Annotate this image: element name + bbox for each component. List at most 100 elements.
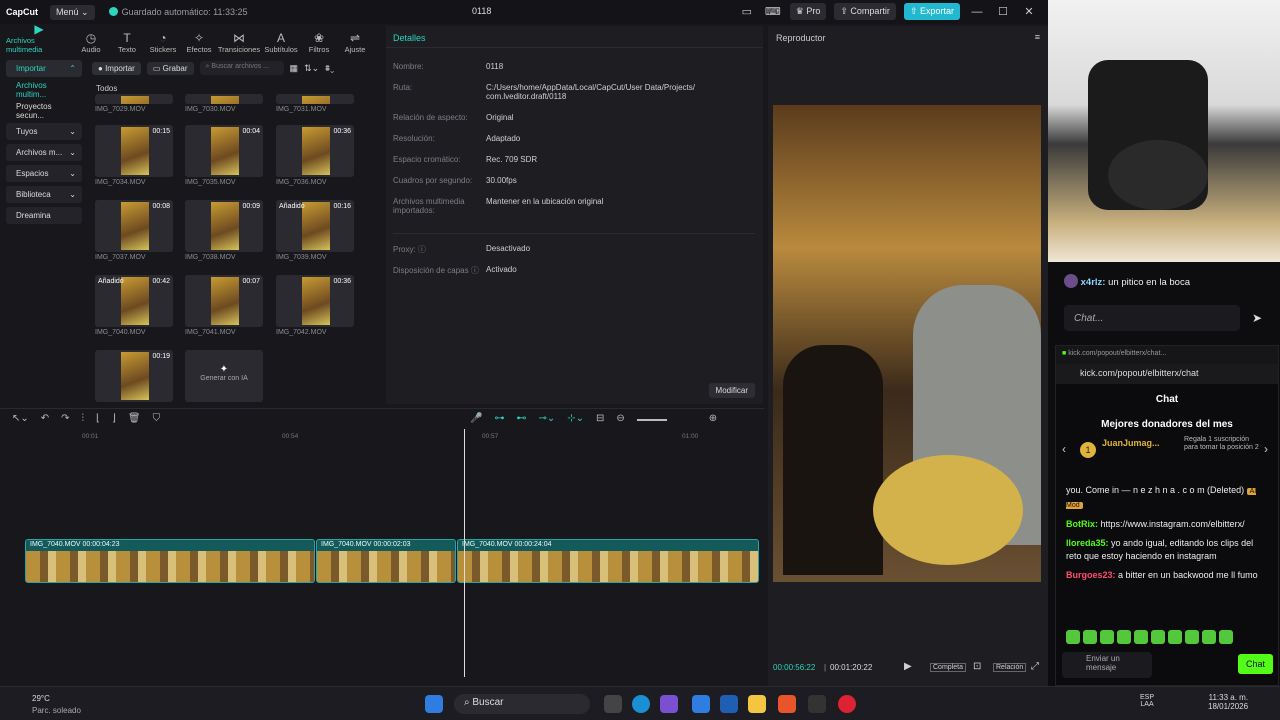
shield-icon[interactable]: ⛉	[153, 413, 161, 424]
close-icon[interactable]: ✕	[1020, 5, 1038, 18]
media-item[interactable]: 00:16 Añadido IMG_7039.MOV	[276, 200, 354, 261]
import-button[interactable]: ● Importar	[92, 61, 141, 75]
zoom-out-icon[interactable]: ⊖	[616, 413, 624, 424]
ratio-button[interactable]: Relación	[993, 663, 1027, 672]
fit-icon[interactable]: ⊡	[973, 661, 981, 672]
generate-ai-button[interactable]: ✦ Generar con IA	[185, 350, 263, 402]
zoom-slider[interactable]	[636, 419, 667, 421]
edge-icon[interactable]	[632, 695, 650, 713]
app-icon[interactable]	[838, 695, 856, 713]
export-button[interactable]: ⇧ Exportar	[903, 3, 960, 20]
brave-icon[interactable]	[778, 695, 796, 713]
media-item[interactable]: 00:36 IMG_7036.MOV	[276, 125, 354, 186]
language-indicator[interactable]: ESP LAA	[1140, 694, 1154, 708]
chat-button[interactable]: Chat	[1238, 654, 1274, 674]
snap-icon[interactable]: ⊸⌄	[538, 413, 555, 424]
emote[interactable]	[1219, 630, 1233, 644]
folder-icon[interactable]	[748, 695, 766, 713]
emote[interactable]	[1202, 630, 1216, 644]
tool-effects[interactable]: ✧ Efectos	[182, 32, 216, 55]
filter-icon[interactable]: ⩩⌄	[325, 63, 334, 74]
modify-button[interactable]: Modificar	[708, 383, 755, 398]
media-item[interactable]: 00:04 IMG_7035.MOV	[185, 125, 263, 186]
send-icon[interactable]: ➤	[1252, 311, 1262, 325]
word-icon[interactable]	[720, 695, 738, 713]
emote[interactable]	[1100, 630, 1114, 644]
clock[interactable]: 11:33 a. m. 18/01/2026	[1208, 693, 1248, 711]
tool-filters[interactable]: ❀ Filtros	[302, 32, 336, 55]
trim-right-icon[interactable]: ⌋	[112, 413, 116, 424]
preview-icon[interactable]: ⊟	[596, 413, 604, 424]
media-item[interactable]: 00:08 IMG_7037.MOV	[95, 200, 173, 261]
magnet-icon[interactable]: ⊷	[516, 413, 526, 424]
sidebar-item-files[interactable]: Archivos m... ⌄	[6, 144, 82, 161]
sidebar-item-library[interactable]: Biblioteca ⌄	[6, 186, 82, 203]
record-button[interactable]: ▭ Grabar	[146, 61, 194, 75]
emote[interactable]	[1083, 630, 1097, 644]
sort-icon[interactable]: ⇅⌄	[304, 63, 319, 74]
link-icon[interactable]: ⊶	[494, 413, 504, 424]
media-item[interactable]: IMG_7029.MOV	[95, 94, 173, 113]
chevron-right-icon[interactable]: ›	[1264, 442, 1268, 456]
media-item[interactable]: 00:36 IMG_7042.MOV	[276, 275, 354, 336]
media-item[interactable]: 00:15 IMG_7034.MOV	[95, 125, 173, 186]
undo-icon[interactable]: ↶	[41, 413, 49, 424]
share-button[interactable]: ⇪ Compartir	[834, 3, 896, 20]
mic-icon[interactable]: 🎤	[470, 413, 482, 424]
player-menu-icon[interactable]: ≡	[1035, 32, 1040, 42]
tool-stickers[interactable]: ◔ Stickers	[146, 32, 180, 55]
zoom-in-icon[interactable]: ⊕	[709, 413, 717, 424]
tool-subtitles[interactable]: A Subtítulos	[262, 32, 300, 55]
capcut-taskbar-icon[interactable]	[808, 695, 826, 713]
media-item[interactable]: 00:09 IMG_7038.MOV	[185, 200, 263, 261]
tool-text[interactable]: T Texto	[110, 32, 144, 55]
sidebar-item-yours[interactable]: Tuyos ⌄	[6, 123, 82, 140]
tool-audio[interactable]: ◷ Audio	[74, 32, 108, 55]
grid-view-icon[interactable]: ▦	[290, 63, 299, 74]
search-input[interactable]: ⌕ Buscar archivos ...	[199, 61, 284, 75]
emote[interactable]	[1066, 630, 1080, 644]
maximize-icon[interactable]: ☐	[994, 5, 1012, 18]
sidebar-item-dreamina[interactable]: Dreamina	[6, 207, 82, 224]
layout-icon[interactable]: ▭	[738, 5, 756, 18]
redo-icon[interactable]: ↷	[61, 413, 69, 424]
sidebar-item-import[interactable]: Importar ⌃	[6, 60, 82, 77]
media-item[interactable]: IMG_7031.MOV	[276, 94, 354, 113]
emote[interactable]	[1168, 630, 1182, 644]
taskbar-search[interactable]: ⌕ Buscar	[454, 694, 590, 714]
playhead[interactable]	[464, 429, 465, 677]
media-item[interactable]: 00:42 Añadido IMG_7040.MOV	[95, 275, 173, 336]
copilot-icon[interactable]	[660, 695, 678, 713]
delete-icon[interactable]: 🗑	[128, 413, 141, 424]
complete-button[interactable]: Completa	[930, 663, 966, 672]
menu-button[interactable]: Menú ⌄	[50, 4, 95, 20]
chevron-left-icon[interactable]: ‹	[1062, 442, 1066, 456]
tool-media[interactable]: ▶ Archivos multimedia	[6, 23, 72, 55]
emote[interactable]	[1185, 630, 1199, 644]
pro-button[interactable]: ♛ Pro	[789, 3, 827, 20]
media-item[interactable]: 00:19	[95, 350, 173, 402]
align-icon[interactable]: ⊹⌄	[567, 413, 584, 424]
taskview-icon[interactable]	[604, 695, 622, 713]
trim-left-icon[interactable]: ⌊	[96, 413, 100, 424]
emote[interactable]	[1151, 630, 1165, 644]
tool-adjust[interactable]: ⇌ Ajuste	[338, 32, 372, 55]
media-item[interactable]: IMG_7030.MOV	[185, 94, 263, 113]
sidebar-item-spaces[interactable]: Espacios ⌄	[6, 165, 82, 182]
media-item[interactable]: 00:07 IMG_7041.MOV	[185, 275, 263, 336]
address-bar[interactable]: kick.com/popout/elbitterx/chat	[1056, 364, 1278, 384]
timeline-clip[interactable]: IMG_7040.MOV 00:00:04:23	[25, 539, 315, 583]
store-icon[interactable]	[692, 695, 710, 713]
sidebar-item-media[interactable]: Archivos multim...	[6, 81, 82, 99]
select-icon[interactable]: ↖⌄	[12, 413, 29, 424]
start-icon[interactable]	[425, 695, 443, 713]
emote[interactable]	[1117, 630, 1131, 644]
send-message-input[interactable]: Enviar un mensaje	[1062, 652, 1152, 678]
timeline-clip[interactable]: IMG_7040.MOV 00:00:02:03	[316, 539, 456, 583]
timeline-clip[interactable]: IMG_7040.MOV 00:00:24:04	[457, 539, 759, 583]
emote[interactable]	[1134, 630, 1148, 644]
shortcut-icon[interactable]: ⌨	[764, 5, 782, 18]
tool-transitions[interactable]: ⋈ Transiciones	[218, 32, 260, 55]
split-icon[interactable]: ⫶	[82, 413, 85, 424]
minimize-icon[interactable]: —	[968, 6, 986, 18]
